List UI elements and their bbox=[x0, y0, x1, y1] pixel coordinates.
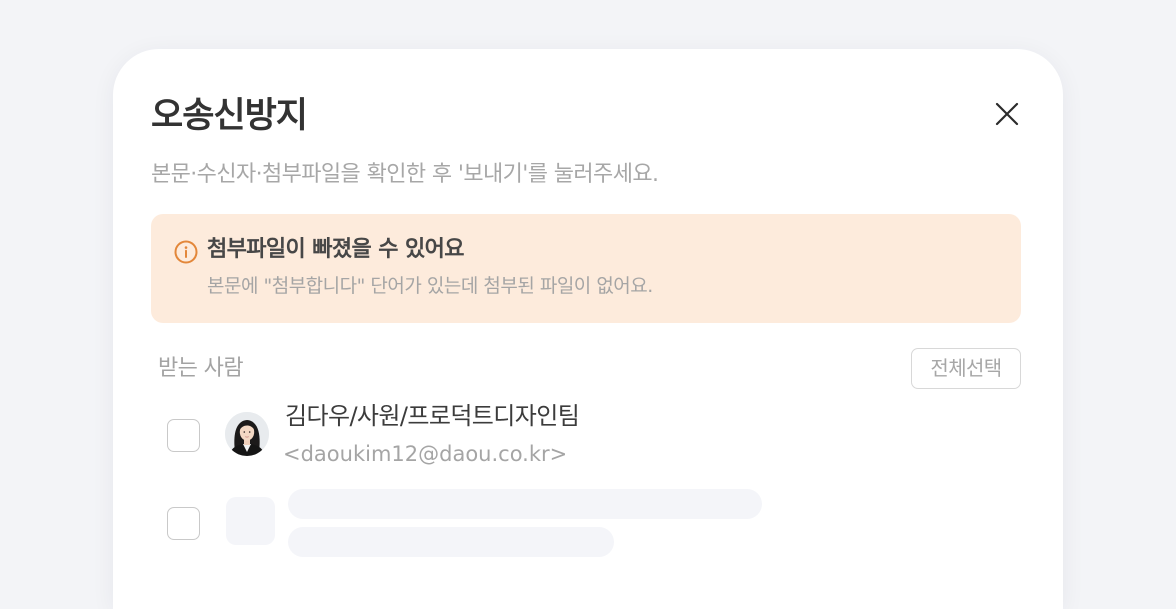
dialog-subtitle: 본문·수신자·첨부파일을 확인한 후 '보내기'를 눌러주세요. bbox=[151, 162, 659, 187]
select-all-button[interactable]: 전체선택 bbox=[911, 348, 1021, 389]
name-skeleton bbox=[288, 489, 762, 519]
close-button[interactable] bbox=[987, 95, 1025, 133]
avatar-photo bbox=[225, 412, 269, 456]
recipient-checkbox[interactable] bbox=[167, 419, 200, 452]
info-icon bbox=[174, 240, 198, 264]
recipient-email: <daoukim12@daou.co.kr> bbox=[283, 442, 568, 466]
alert-title: 첨부파일이 빠졌을 수 있어요 bbox=[207, 237, 464, 262]
warning-alert: 첨부파일이 빠졌을 수 있어요 본문에 "첨부합니다" 단어가 있는데 첨부된 … bbox=[151, 214, 1021, 323]
recipient-checkbox[interactable] bbox=[167, 507, 200, 540]
recipient-name: 김다우/사원/프로덕트디자인팀 bbox=[285, 402, 580, 430]
email-skeleton bbox=[288, 527, 614, 557]
avatar-skeleton bbox=[226, 497, 275, 545]
dialog-title: 오송신방지 bbox=[151, 96, 308, 136]
close-icon bbox=[995, 102, 1019, 126]
avatar bbox=[225, 412, 269, 456]
alert-description: 본문에 "첨부합니다" 단어가 있는데 첨부된 파일이 없어요. bbox=[207, 275, 653, 297]
send-confirm-dialog: 오송신방지 본문·수신자·첨부파일을 확인한 후 '보내기'를 눌러주세요. 첨… bbox=[113, 49, 1063, 609]
recipients-label: 받는 사람 bbox=[158, 356, 244, 381]
